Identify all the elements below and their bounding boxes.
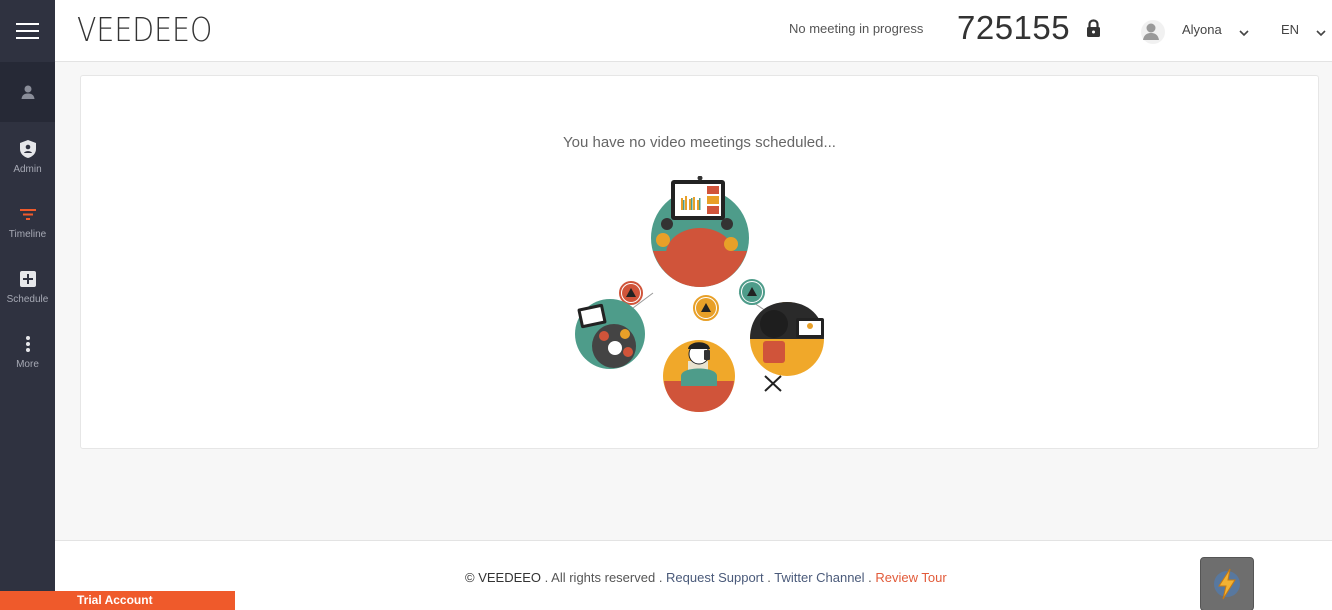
footer-links: © VEEDEEO . All rights reserved . Reques…: [465, 570, 947, 585]
footer-copyright: © VEEDEEO: [465, 570, 542, 585]
meeting-status: No meeting in progress: [789, 21, 924, 36]
sidebar-user-icon[interactable]: [0, 62, 55, 122]
hamburger-line: [16, 37, 39, 39]
sidebar-item-label: Admin: [13, 164, 42, 175]
footer-rights: . All rights reserved .: [541, 570, 667, 585]
empty-state-message: You have no video meetings scheduled...: [563, 134, 836, 151]
sidebar-item-admin[interactable]: Admin: [0, 126, 55, 186]
meeting-room-id: 725155: [957, 9, 1071, 46]
user-icon: [21, 85, 34, 99]
meetings-card: You have no video meetings scheduled...: [80, 75, 1319, 449]
footer-separator: .: [864, 570, 876, 585]
plus-square-icon: [19, 271, 36, 287]
top-header: VEEDEEO No meeting in progress 725155 Al…: [55, 0, 1332, 62]
language-selector[interactable]: EN: [1281, 22, 1299, 37]
sidebar-item-schedule[interactable]: Schedule: [0, 256, 55, 316]
hamburger-line: [16, 30, 39, 32]
footer-separator: .: [763, 570, 775, 585]
shield-icon: [19, 140, 36, 158]
twitter-channel-link[interactable]: Twitter Channel: [774, 570, 864, 585]
sidebar-item-more[interactable]: More: [0, 321, 55, 381]
hamburger-line: [16, 23, 39, 25]
avatar[interactable]: [1140, 19, 1166, 45]
lock-icon[interactable]: [1086, 19, 1101, 43]
chevron-down-icon[interactable]: [1316, 24, 1326, 42]
sidebar-item-label: Schedule: [6, 294, 49, 305]
sidebar-item-timeline[interactable]: Timeline: [0, 191, 55, 251]
sidebar: Admin Timeline Schedule More: [0, 0, 55, 610]
quick-action-button[interactable]: [1200, 557, 1254, 610]
request-support-link[interactable]: Request Support: [666, 570, 764, 585]
sidebar-item-label: Timeline: [8, 229, 47, 240]
user-menu-name[interactable]: Alyona: [1182, 22, 1222, 37]
menu-toggle-button[interactable]: [0, 0, 55, 62]
app-logo[interactable]: VEEDEEO: [77, 10, 212, 49]
review-tour-link[interactable]: Review Tour: [875, 570, 946, 585]
chevron-down-icon[interactable]: [1239, 24, 1249, 42]
trial-account-badge[interactable]: Trial Account: [0, 591, 235, 610]
filter-icon: [19, 209, 36, 220]
sidebar-item-label: More: [16, 359, 39, 370]
lightning-bolt-icon: [1214, 568, 1240, 600]
meeting-illustration: [575, 176, 824, 412]
more-vertical-icon: [25, 336, 30, 352]
page-footer: © VEEDEEO . All rights reserved . Reques…: [55, 540, 1332, 610]
